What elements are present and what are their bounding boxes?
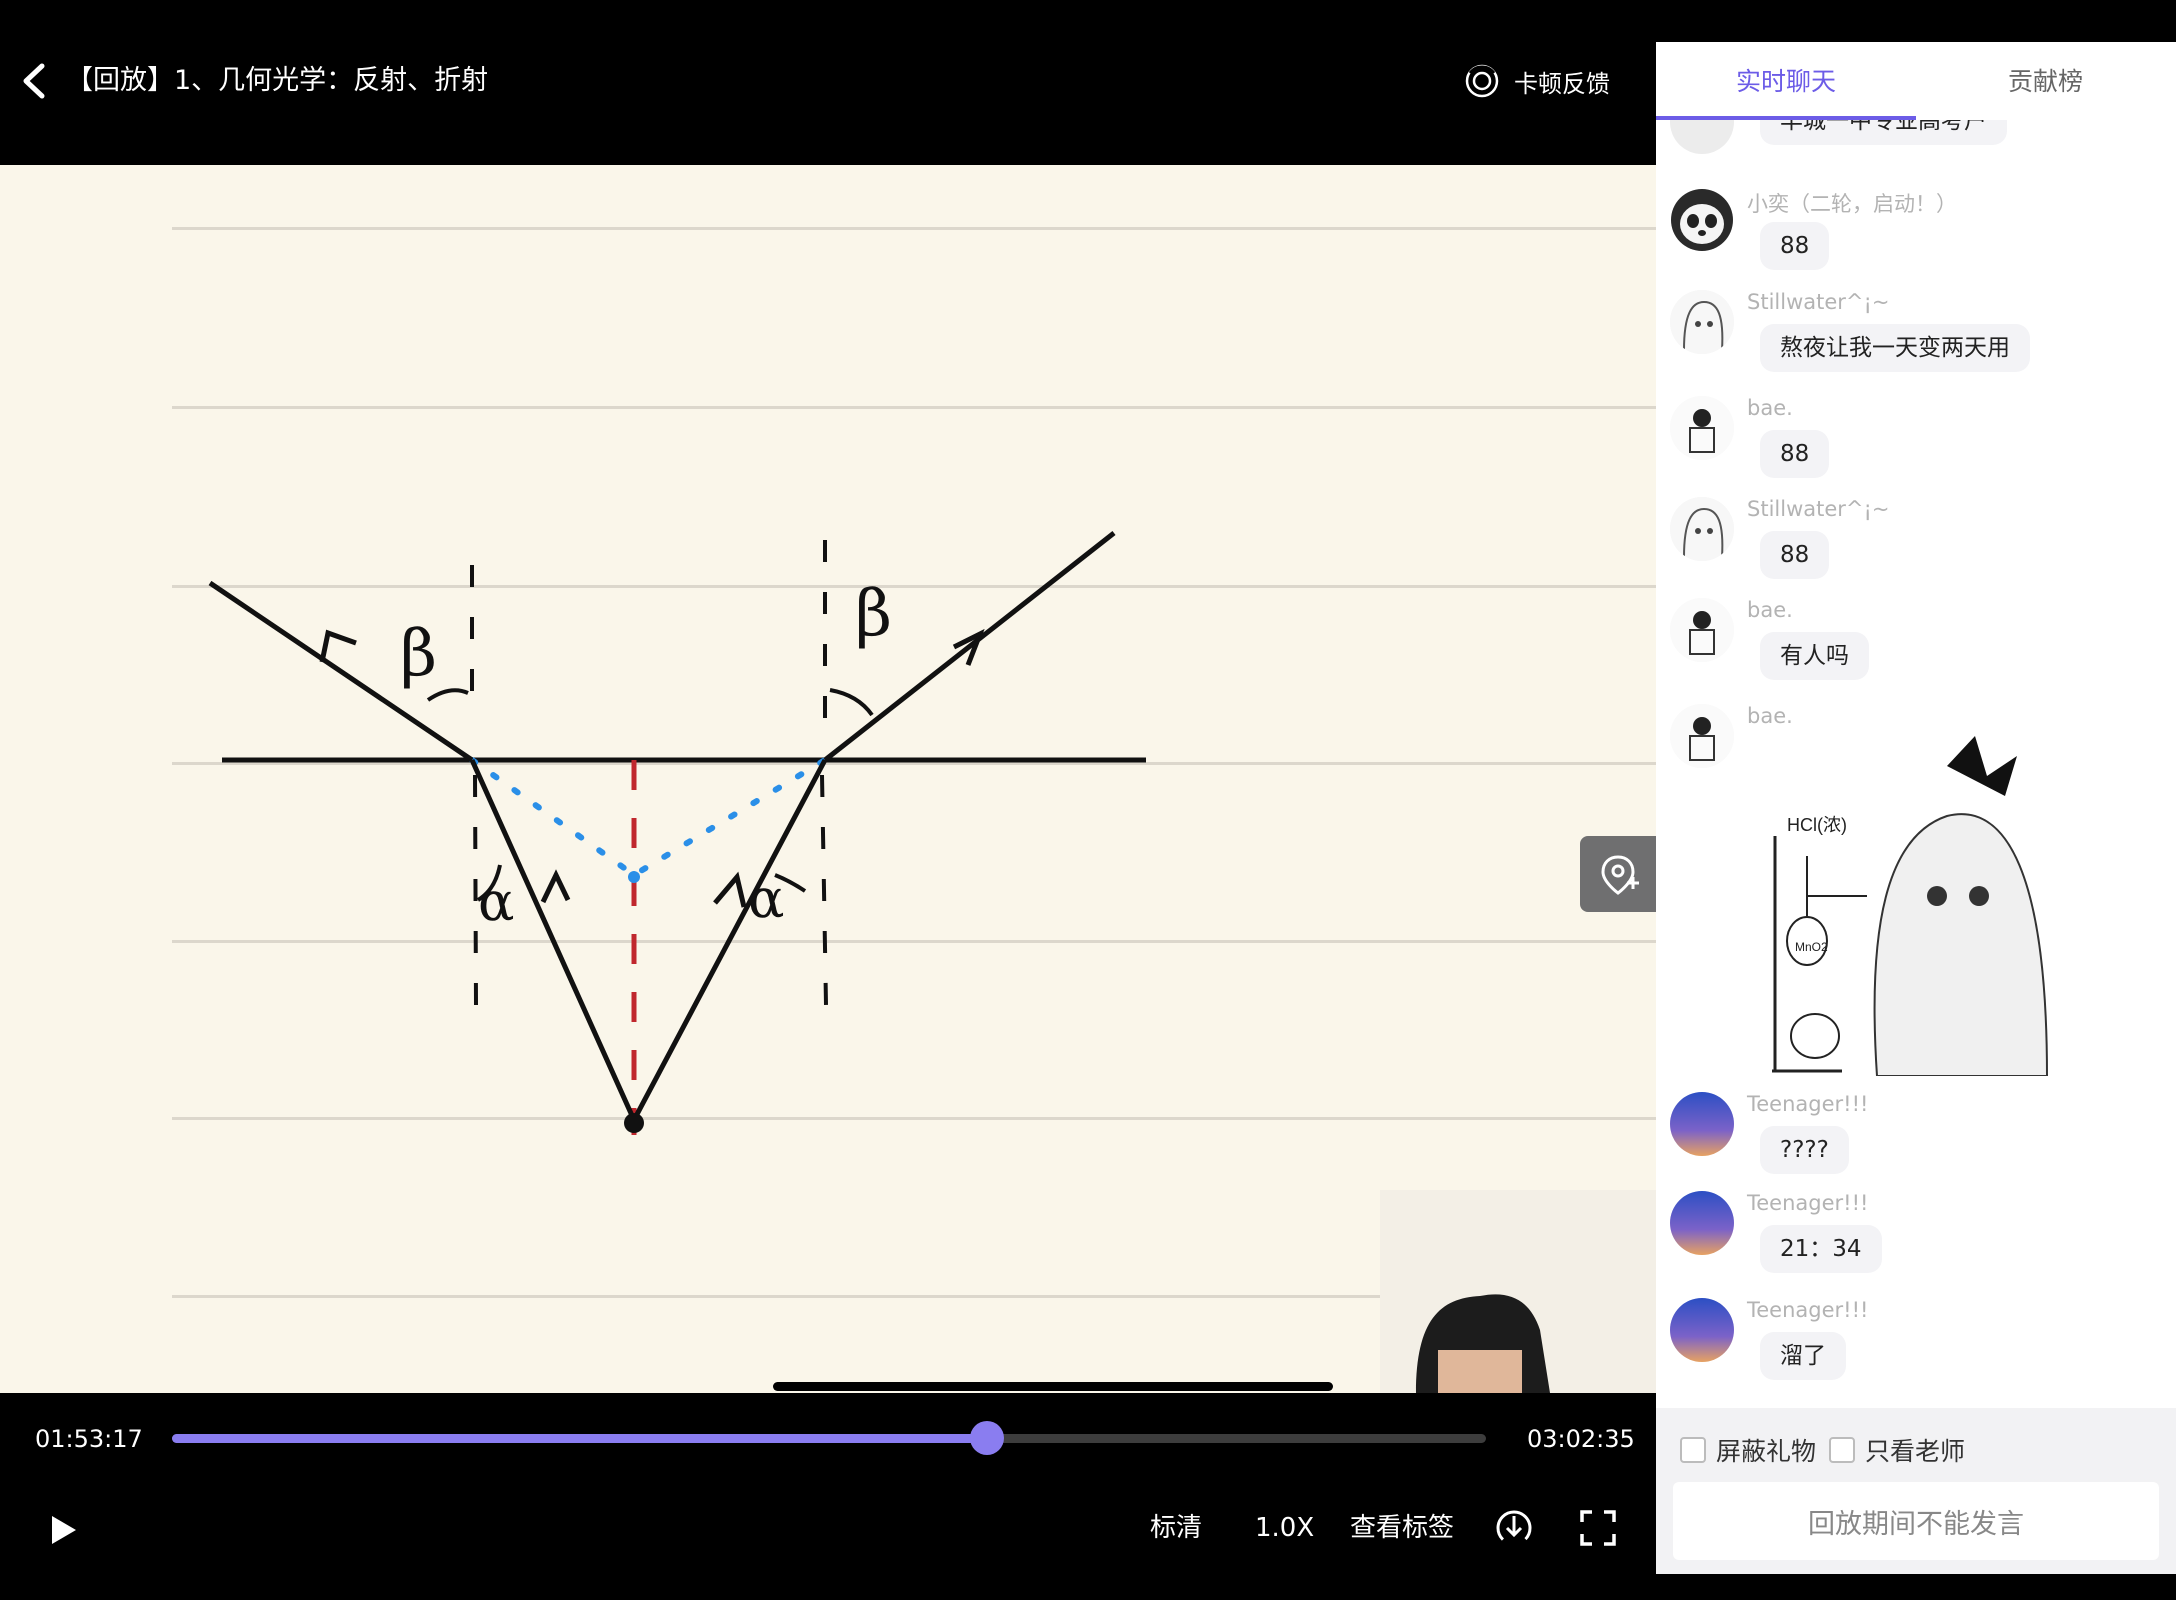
progress-track[interactable] (172, 1421, 1486, 1455)
message-bubble: 88 (1760, 531, 1830, 579)
message-bubble: 88 (1760, 222, 1830, 270)
view-tags-button[interactable]: 查看标签 (1350, 1508, 1454, 1548)
boy-avatar-icon (1670, 598, 1734, 662)
username: Teenager!!! (1747, 1092, 1869, 1116)
play-icon (52, 1516, 76, 1544)
message-bubble: 有人吗 (1760, 632, 1869, 680)
user-avatar[interactable] (1670, 598, 1734, 662)
gesture-handle-bar (773, 1382, 1333, 1391)
username: Stillwater^¡~ (1747, 290, 1890, 314)
object-point (624, 1113, 644, 1133)
sticker-sub: MnO2 (1795, 940, 1828, 954)
message-image[interactable]: HCl(浓) MnO2 (1747, 726, 2077, 1076)
fullscreen-icon (1580, 1510, 1616, 1546)
user-avatar[interactable] (1670, 1298, 1734, 1362)
boy-avatar-icon (1670, 396, 1734, 460)
block-gifts-label: 屏蔽礼物 (1716, 1437, 1817, 1466)
back-button[interactable] (14, 58, 54, 104)
chevron-left-icon (23, 63, 45, 99)
lag-feedback-label: 卡顿反馈 (1514, 69, 1610, 98)
total-time: 03:02:35 (1527, 1425, 1635, 1453)
teacher-only-option[interactable]: 只看老师 (1829, 1432, 1965, 1468)
whiteboard: β β α α (0, 165, 1656, 1393)
boy-avatar-icon (1670, 704, 1734, 768)
panel-tabs: 实时聊天 贡献榜 (1656, 42, 2176, 120)
user-avatar[interactable] (1670, 1191, 1734, 1255)
teacher-only-checkbox[interactable] (1829, 1437, 1855, 1463)
board-label: α (478, 870, 514, 933)
lag-feedback-icon (1465, 64, 1499, 98)
download-icon (1496, 1510, 1532, 1546)
player-controls (0, 1393, 1656, 1600)
block-gifts-option[interactable]: 屏蔽礼物 (1680, 1432, 1816, 1468)
chat-panel: 实时聊天 贡献榜 丰城一中专业高考户 小奕（二轮，启动！） 88 Stillwa… (1656, 0, 2176, 1600)
angle-arc-beta-right (829, 688, 874, 717)
message-bubble: 88 (1760, 430, 1830, 478)
message-bubble: 21：34 (1760, 1225, 1882, 1273)
video-title: 【回放】1、几何光学：反射、折射 (66, 65, 489, 96)
tab-contribution-rank[interactable]: 贡献榜 (2008, 62, 2083, 98)
board-label: β (400, 617, 437, 691)
progress-fill (172, 1434, 987, 1443)
user-avatar[interactable] (1670, 188, 1734, 252)
anime-avatar-icon (1670, 497, 1734, 561)
sticker-caption: HCl(浓) (1787, 815, 1847, 835)
bottom-strip (1656, 1574, 2176, 1600)
username: 小奕（二轮，启动！） (1747, 192, 1957, 216)
panda-avatar-icon (1671, 189, 1733, 251)
username: Teenager!!! (1747, 1298, 1869, 1322)
board-label: α (748, 867, 784, 930)
user-avatar[interactable] (1670, 704, 1734, 768)
current-time: 01:53:17 (35, 1425, 143, 1453)
quality-button[interactable]: 标清 (1150, 1508, 1202, 1548)
normal-line-right-bottom (820, 774, 828, 1006)
screenshot-add-icon (1601, 855, 1639, 895)
video-player[interactable]: 【回放】1、几何光学：反射、折射 卡顿反馈 β β α α 01:53:17 0… (0, 0, 1656, 1600)
arrow-incident-right (713, 871, 747, 908)
chat-footer: 屏蔽礼物 只看老师 回放期间不能发言 (1656, 1408, 2176, 1574)
user-avatar[interactable] (1670, 290, 1734, 354)
username: bae. (1747, 598, 1793, 622)
chat-list[interactable]: 丰城一中专业高考户 小奕（二轮，启动！） 88 Stillwater^¡~ 熬夜… (1656, 120, 2176, 1408)
user-avatar[interactable] (1670, 120, 1734, 154)
arrow-incident-left (540, 869, 571, 904)
progress-knob[interactable] (969, 1421, 1004, 1455)
username: bae. (1747, 704, 1793, 728)
user-avatar[interactable] (1670, 497, 1734, 561)
message-bubble: 丰城一中专业高考户 (1760, 120, 2007, 145)
chat-input[interactable]: 回放期间不能发言 (1673, 1482, 2159, 1560)
board-label: β (855, 577, 892, 651)
block-gifts-checkbox[interactable] (1680, 1437, 1706, 1463)
user-avatar[interactable] (1670, 396, 1734, 460)
tab-live-chat[interactable]: 实时聊天 (1736, 62, 1836, 98)
image-point (628, 871, 640, 883)
teacher-silhouette-icon (1380, 1190, 1656, 1393)
username: bae. (1747, 396, 1793, 420)
play-button[interactable] (42, 1510, 82, 1550)
sticker-image: HCl(浓) MnO2 (1747, 726, 2077, 1076)
panel-top-strip (1656, 0, 2176, 42)
message-bubble: 熬夜让我一天变两天用 (1760, 324, 2030, 372)
fullscreen-button[interactable] (1574, 1504, 1622, 1552)
screenshot-button[interactable] (1580, 836, 1656, 912)
angle-arc-beta-left (426, 688, 469, 702)
download-button[interactable] (1490, 1504, 1538, 1552)
speed-button[interactable]: 1.0X (1255, 1508, 1314, 1548)
user-avatar[interactable] (1670, 1092, 1734, 1156)
teacher-only-label: 只看老师 (1865, 1437, 1966, 1466)
player-top-bar: 【回放】1、几何光学：反射、折射 卡顿反馈 (0, 0, 1656, 165)
normal-line-left-bottom (473, 774, 478, 1006)
username: Teenager!!! (1747, 1191, 1869, 1215)
anime-avatar-icon (1670, 290, 1734, 354)
message-bubble: 溜了 (1760, 1332, 1846, 1380)
username: Stillwater^¡~ (1747, 497, 1890, 521)
lag-feedback-button[interactable]: 卡顿反馈 (1464, 58, 1610, 104)
incident-ray-left (469, 758, 637, 1122)
arrow-left-up (319, 629, 357, 663)
teacher-camera (1380, 1190, 1656, 1393)
message-bubble: ???? (1760, 1126, 1849, 1174)
